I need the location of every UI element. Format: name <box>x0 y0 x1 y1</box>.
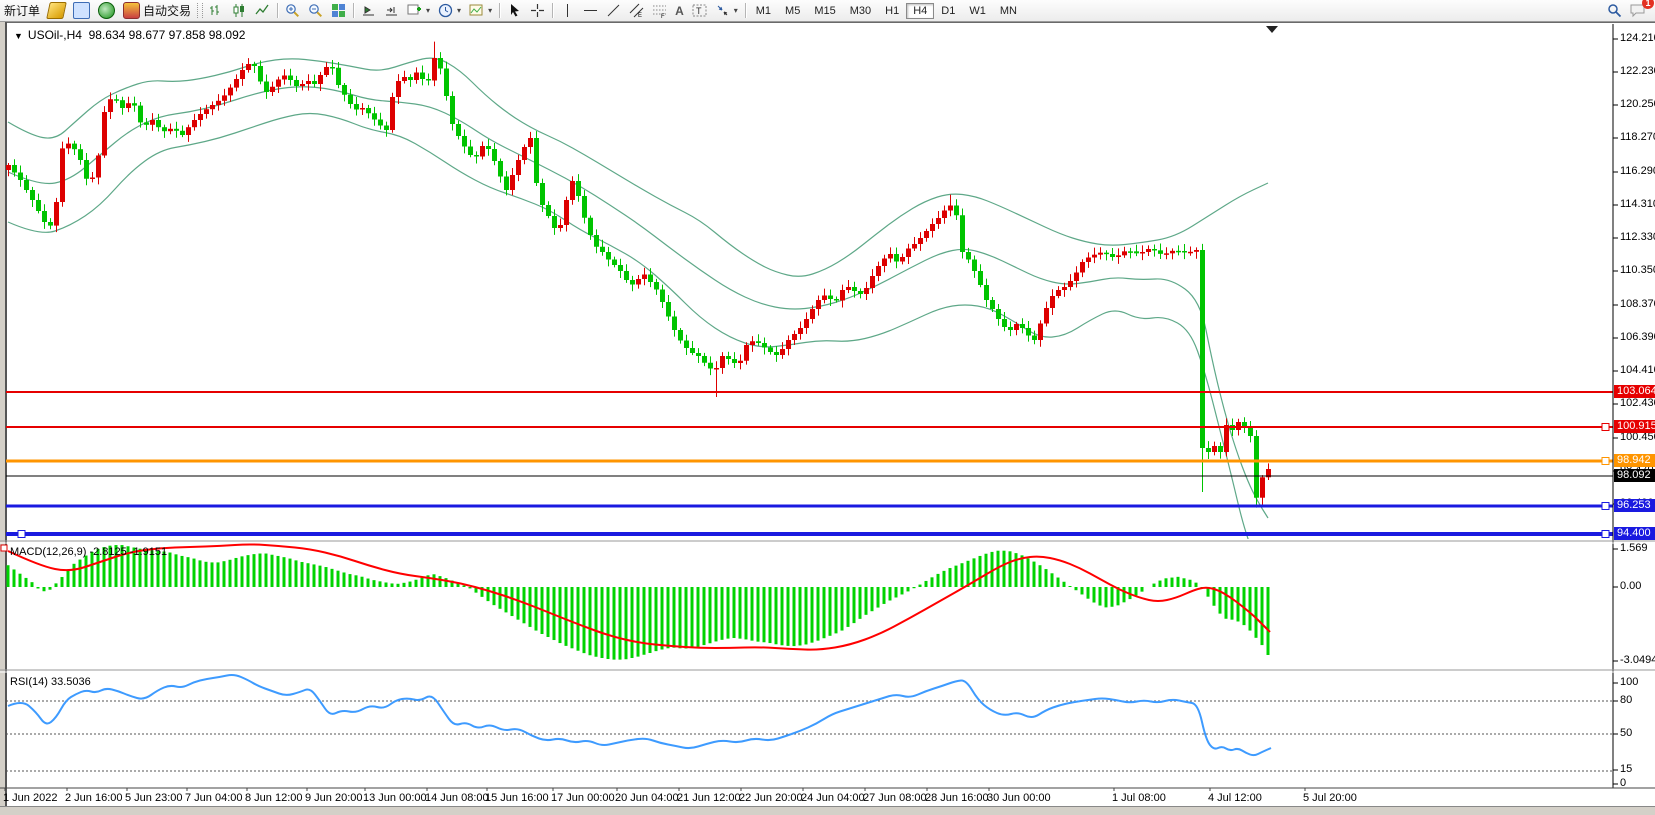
price-axis-tick: 112.330 <box>1620 231 1655 243</box>
time-axis-label: 15 Jun 16:00 <box>485 792 549 804</box>
price-axis-tick: 122.230 <box>1620 65 1655 77</box>
price-axis-tick: 110.350 <box>1620 264 1655 276</box>
price-axis-tick: 118.270 <box>1620 131 1655 143</box>
time-axis-label: 20 Jun 04:00 <box>615 792 679 804</box>
price-axis-tick: 108.370 <box>1620 298 1655 310</box>
chart-canvas[interactable] <box>0 0 1655 815</box>
rsi-axis-tick: 50 <box>1620 727 1632 739</box>
time-axis-label: 9 Jun 20:00 <box>305 792 363 804</box>
time-axis-label: 8 Jun 12:00 <box>245 792 303 804</box>
price-axis-tick: 124.210 <box>1620 32 1655 44</box>
macd-axis-tick: 1.569 <box>1620 542 1648 554</box>
macd-axis-tick: -3.0494 <box>1620 654 1655 666</box>
rsi-axis-tick: 15 <box>1620 763 1632 775</box>
price-axis-tick: 120.250 <box>1620 98 1655 110</box>
time-axis-label: 13 Jun 00:00 <box>363 792 427 804</box>
macd-axis-tick: 0.00 <box>1620 580 1641 592</box>
time-axis-label: 1 Jun 2022 <box>3 792 57 804</box>
price-line-label: 103.064 <box>1614 385 1655 398</box>
time-axis-label: 4 Jul 12:00 <box>1208 792 1262 804</box>
time-axis-label: 14 Jun 08:00 <box>425 792 489 804</box>
price-axis-tick: 106.390 <box>1620 331 1655 343</box>
time-axis-label: 24 Jun 04:00 <box>801 792 865 804</box>
time-axis-label: 2 Jun 16:00 <box>65 792 123 804</box>
chart-ohlc-values: 98.634 98.677 97.858 98.092 <box>89 28 246 42</box>
time-axis-label: 28 Jun 16:00 <box>925 792 989 804</box>
price-axis-tick: 104.410 <box>1620 364 1655 376</box>
time-axis-label: 5 Jun 23:00 <box>125 792 183 804</box>
time-axis-label: 22 Jun 20:00 <box>739 792 803 804</box>
chart-symbol-period: USOil-,H4 <box>28 28 82 42</box>
rsi-axis-tick: 100 <box>1620 676 1638 688</box>
time-axis-label: 5 Jul 20:00 <box>1303 792 1357 804</box>
price-line-label: 98.092 <box>1614 469 1655 482</box>
rsi-axis-tick: 0 <box>1620 777 1626 789</box>
time-axis-label: 1 Jul 08:00 <box>1112 792 1166 804</box>
price-line-label: 96.253 <box>1614 499 1655 512</box>
time-axis-label: 17 Jun 00:00 <box>551 792 615 804</box>
price-axis-tick: 114.310 <box>1620 198 1655 210</box>
chart-title: ▼ USOil-,H4 98.634 98.677 97.858 98.092 <box>14 28 245 42</box>
window-bottom-frame <box>0 806 1655 815</box>
mt4-terminal: 新订单 自动交易 <box>0 0 1655 815</box>
time-axis-label: 7 Jun 04:00 <box>185 792 243 804</box>
price-line-label: 98.942 <box>1614 454 1655 467</box>
price-line-label: 100.915 <box>1614 420 1655 433</box>
collapse-triangle-icon: ▼ <box>14 31 23 41</box>
time-axis-label: 27 Jun 08:00 <box>863 792 927 804</box>
time-axis-label: 30 Jun 00:00 <box>987 792 1051 804</box>
rsi-axis-tick: 80 <box>1620 694 1632 706</box>
time-axis-label: 21 Jun 12:00 <box>677 792 741 804</box>
price-line-label: 94.400 <box>1614 527 1655 540</box>
price-axis-tick: 102.430 <box>1620 397 1655 409</box>
macd-indicator-label: MACD(12,26,9) -2.8125 -1.9151 <box>10 546 167 558</box>
rsi-indicator-label: RSI(14) 33.5036 <box>10 676 91 688</box>
price-axis-tick: 116.290 <box>1620 165 1655 177</box>
